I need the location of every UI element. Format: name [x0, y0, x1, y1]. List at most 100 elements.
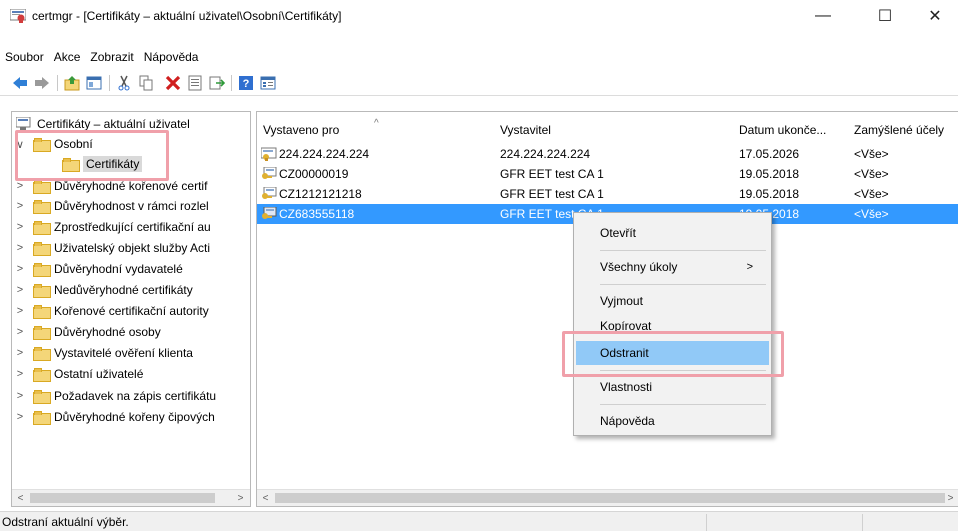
tree-item-label: Ostatní uživatelé	[54, 367, 144, 381]
properties-icon[interactable]	[186, 74, 204, 92]
expand-icon[interactable]: >	[14, 390, 26, 402]
scroll-right-icon[interactable]: >	[232, 490, 249, 506]
expand-icon[interactable]: >	[14, 242, 26, 254]
tree-item[interactable]: > Vystavitelé ověření klienta	[14, 343, 193, 363]
tree-root[interactable]: Certifikáty – aktuální uživatel	[15, 114, 190, 134]
menu-item-help[interactable]: Nápověda	[576, 409, 769, 433]
tree-item[interactable]: > Důvěryhodní vydavatelé	[14, 259, 183, 279]
tree-item-certifikaty[interactable]: Certifikáty	[62, 154, 143, 174]
scroll-thumb[interactable]	[275, 493, 945, 503]
expand-icon[interactable]: >	[14, 200, 26, 212]
toolbar-separator	[231, 75, 232, 91]
column-label: Vystaveno pro	[263, 123, 340, 137]
cell-purposes: <Vše>	[854, 187, 889, 201]
cell-issued-to: 224.224.224.224	[279, 147, 370, 161]
tree-pane[interactable]: Certifikáty – aktuální uživatel ∨ Osobní…	[11, 111, 251, 507]
folder-icon	[33, 180, 51, 194]
expand-icon[interactable]: >	[14, 368, 26, 380]
tree-item[interactable]: > Důvěryhodnost v rámci rozlel	[14, 196, 209, 216]
tree-item[interactable]: > Důvěryhodné osoby	[14, 322, 161, 342]
tree-item-osobni[interactable]: ∨ Osobní	[14, 134, 93, 154]
scroll-right-icon[interactable]: >	[942, 490, 958, 506]
list-horizontal-scrollbar[interactable]: < >	[257, 489, 958, 506]
menu-soubor[interactable]: Soubor	[0, 48, 49, 66]
table-row[interactable]: CZ00000019 GFR EET test CA 1 19.05.2018 …	[257, 164, 958, 184]
certmgr-app-icon[interactable]	[9, 8, 27, 23]
folder-icon	[33, 347, 51, 361]
collapse-icon[interactable]: ∨	[14, 138, 26, 151]
table-row[interactable]: CZ1212121218 GFR EET test CA 1 19.05.201…	[257, 184, 958, 204]
close-button[interactable]: ✕	[912, 0, 958, 32]
expand-icon[interactable]: >	[14, 347, 26, 359]
column-header-purposes[interactable]: Zamýšlené účely	[854, 120, 944, 140]
cell-purposes: <Vše>	[854, 167, 889, 181]
minimize-button[interactable]: —	[800, 0, 846, 32]
tree-item[interactable]: > Důvěryhodné kořeny čipových	[14, 407, 215, 427]
menu-item-cut[interactable]: Vyjmout	[576, 289, 769, 313]
view-icon[interactable]	[259, 74, 277, 92]
maximize-button[interactable]: ☐	[862, 0, 908, 32]
certificate-icon	[260, 147, 277, 161]
table-row[interactable]: 224.224.224.224 224.224.224.224 17.05.20…	[257, 144, 958, 164]
copy-icon[interactable]	[137, 74, 155, 92]
tree-item-label: Důvěryhodnost v rámci rozlel	[54, 199, 209, 213]
menu-napoveda[interactable]: Nápověda	[139, 48, 204, 66]
menu-akce[interactable]: Akce	[49, 48, 86, 66]
expand-icon[interactable]: >	[14, 326, 26, 338]
cut-icon[interactable]	[115, 74, 133, 92]
expand-icon[interactable]: >	[14, 284, 26, 296]
menu-zobrazit[interactable]: Zobrazit	[85, 48, 138, 66]
folder-icon	[33, 200, 51, 214]
expand-icon[interactable]: >	[14, 263, 26, 275]
status-divider	[706, 514, 707, 531]
menu-item-open[interactable]: Otevřít	[576, 221, 769, 245]
folder-icon	[33, 368, 51, 382]
expand-icon[interactable]: >	[14, 221, 26, 233]
back-icon[interactable]	[11, 74, 29, 92]
show-hide-tree-icon[interactable]	[85, 74, 103, 92]
certificates-root-icon	[15, 116, 32, 131]
menu-item-copy[interactable]: Kopírovat	[576, 314, 769, 338]
tree-item[interactable]: > Požadavek na zápis certifikátu	[14, 386, 216, 406]
forward-icon[interactable]	[33, 74, 51, 92]
column-header-expiration[interactable]: Datum ukonče...	[739, 120, 826, 140]
delete-icon[interactable]	[164, 74, 182, 92]
submenu-arrow-icon: >	[746, 261, 753, 273]
cell-issuer: 224.224.224.224	[500, 147, 591, 161]
folder-icon	[33, 138, 51, 152]
folder-icon	[33, 221, 51, 235]
title-bar: certmgr - [Certifikáty – aktuální uživat…	[0, 0, 958, 32]
tree-item[interactable]: > Nedůvěryhodné certifikáty	[14, 280, 193, 300]
column-header-issued-to[interactable]: Vystaveno pro ^	[263, 118, 379, 140]
tree-item[interactable]: > Uživatelský objekt služby Acti	[14, 238, 210, 258]
up-folder-icon[interactable]	[63, 74, 81, 92]
help-icon[interactable]: ?	[237, 74, 255, 92]
tree-item[interactable]: > Kořenové certifikační autority	[14, 301, 209, 321]
menu-item-delete[interactable]: Odstranit	[576, 341, 769, 365]
folder-icon	[33, 263, 51, 277]
tree-item-label: Důvěryhodné kořeny čipových	[54, 410, 215, 424]
tree-item[interactable]: > Důvěryhodné kořenové certif	[14, 176, 207, 196]
scroll-thumb[interactable]	[30, 493, 215, 503]
menu-item-all-tasks[interactable]: Všechny úkoly >	[576, 255, 769, 279]
expand-icon[interactable]: >	[14, 180, 26, 192]
cell-expires: 19.05.2018	[739, 167, 800, 181]
tree-item-label: Požadavek na zápis certifikátu	[54, 389, 217, 403]
menu-item-properties[interactable]: Vlastnosti	[576, 375, 769, 399]
expand-icon[interactable]: >	[14, 305, 26, 317]
tree-item-label: Důvěryhodné osoby	[54, 325, 161, 339]
column-header-issuer[interactable]: Vystavitel	[500, 120, 551, 140]
toolbar-separator	[109, 75, 110, 91]
export-icon[interactable]	[208, 74, 226, 92]
folder-icon	[33, 242, 51, 256]
close-icon: ✕	[928, 8, 942, 25]
expand-icon[interactable]: >	[14, 411, 26, 423]
scroll-left-icon[interactable]: <	[12, 490, 29, 506]
scroll-left-icon[interactable]: <	[257, 490, 274, 506]
tree-item[interactable]: > Zprostředkující certifikační au	[14, 217, 211, 237]
tree-item[interactable]: > Ostatní uživatelé	[14, 364, 143, 384]
certificate-key-icon	[261, 166, 277, 181]
tree-horizontal-scrollbar[interactable]: < >	[12, 489, 250, 506]
folder-icon	[33, 305, 51, 319]
tree-root-label: Certifikáty – aktuální uživatel	[37, 117, 190, 131]
